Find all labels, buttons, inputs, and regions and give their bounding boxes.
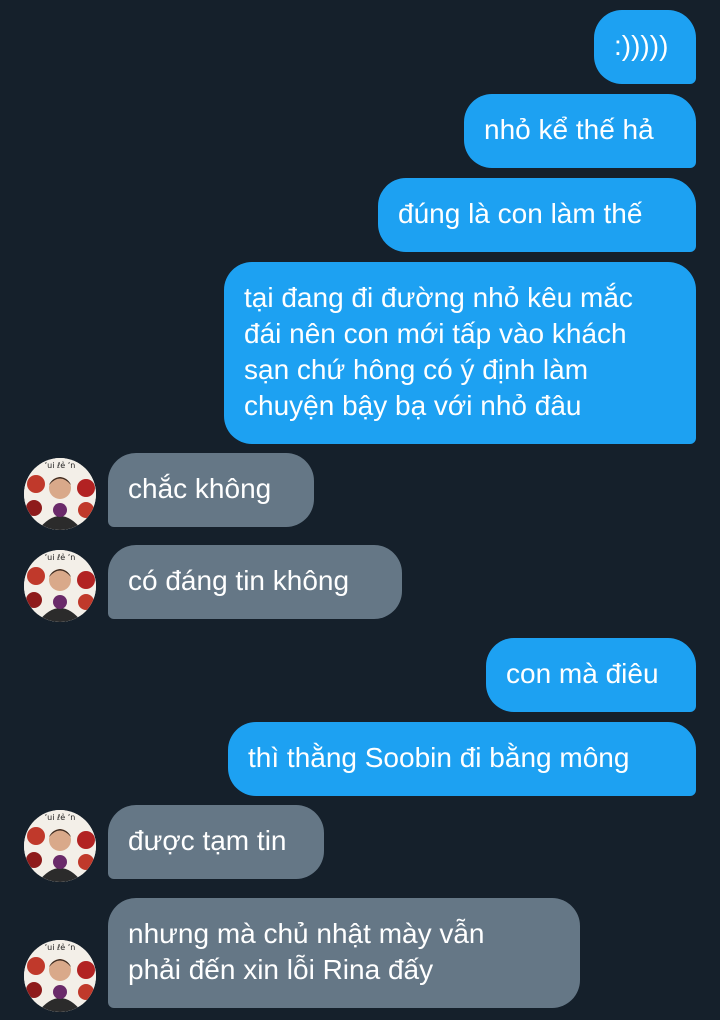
outgoing-message[interactable]: :))))) <box>594 10 696 84</box>
message-text: chắc không <box>128 473 272 504</box>
message-text-line: đái nên con mới tấp vào khách <box>244 318 627 349</box>
contact-avatar-icon[interactable]: ʼui ℓẻ ʼn <box>24 458 96 530</box>
message-text: :))))) <box>614 30 669 61</box>
message-text-line: nhưng mà chủ nhật mày vẫn <box>128 918 485 949</box>
message-text-line: tại đang đi đường nhỏ kêu mắc <box>244 282 633 313</box>
incoming-message[interactable]: nhưng mà chủ nhật mày vẫn phải đến xin l… <box>108 898 580 1008</box>
contact-avatar-icon[interactable]: ʼui ℓẻ ʼn <box>24 940 96 1012</box>
message-text: được tạm tin <box>128 825 287 856</box>
message-text-line: sạn chứ hông có ý định làm <box>244 354 589 385</box>
message-text: thì thằng Soobin đi bằng mông <box>248 742 630 773</box>
outgoing-message[interactable]: tại đang đi đường nhỏ kêu mắc đái nên co… <box>224 262 696 444</box>
message-text: đúng là con làm thế <box>398 198 643 229</box>
incoming-message[interactable]: được tạm tin <box>108 805 324 879</box>
contact-avatar-icon[interactable]: ʼui ℓẻ ʼn <box>24 550 96 622</box>
chat-screen: { "messages": [ {"direction": "outgoing"… <box>0 0 720 1020</box>
contact-avatar-icon[interactable]: ʼui ℓẻ ʼn <box>24 810 96 882</box>
incoming-message[interactable]: chắc không <box>108 453 314 527</box>
incoming-message[interactable]: có đáng tin không <box>108 545 402 619</box>
svg-text:ʼui ℓẻ ʼn: ʼui ℓẻ ʼn <box>45 460 76 470</box>
outgoing-message[interactable]: đúng là con làm thế <box>378 178 696 252</box>
message-text-line: phải đến xin lỗi Rina đấy <box>128 954 434 985</box>
message-text: nhỏ kể thế hả <box>484 114 654 145</box>
svg-text:ʼui ℓẻ ʼn: ʼui ℓẻ ʼn <box>45 552 76 562</box>
outgoing-message[interactable]: con mà điêu <box>486 638 696 712</box>
svg-text:ʼui ℓẻ ʼn: ʼui ℓẻ ʼn <box>45 812 76 822</box>
message-text-line: chuyện bậy bạ với nhỏ đâu <box>244 390 582 421</box>
svg-text:ʼui ℓẻ ʼn: ʼui ℓẻ ʼn <box>45 942 76 952</box>
message-text: con mà điêu <box>506 658 659 689</box>
outgoing-message[interactable]: thì thằng Soobin đi bằng mông <box>228 722 696 796</box>
message-text: có đáng tin không <box>128 565 350 596</box>
outgoing-message[interactable]: nhỏ kể thế hả <box>464 94 696 168</box>
